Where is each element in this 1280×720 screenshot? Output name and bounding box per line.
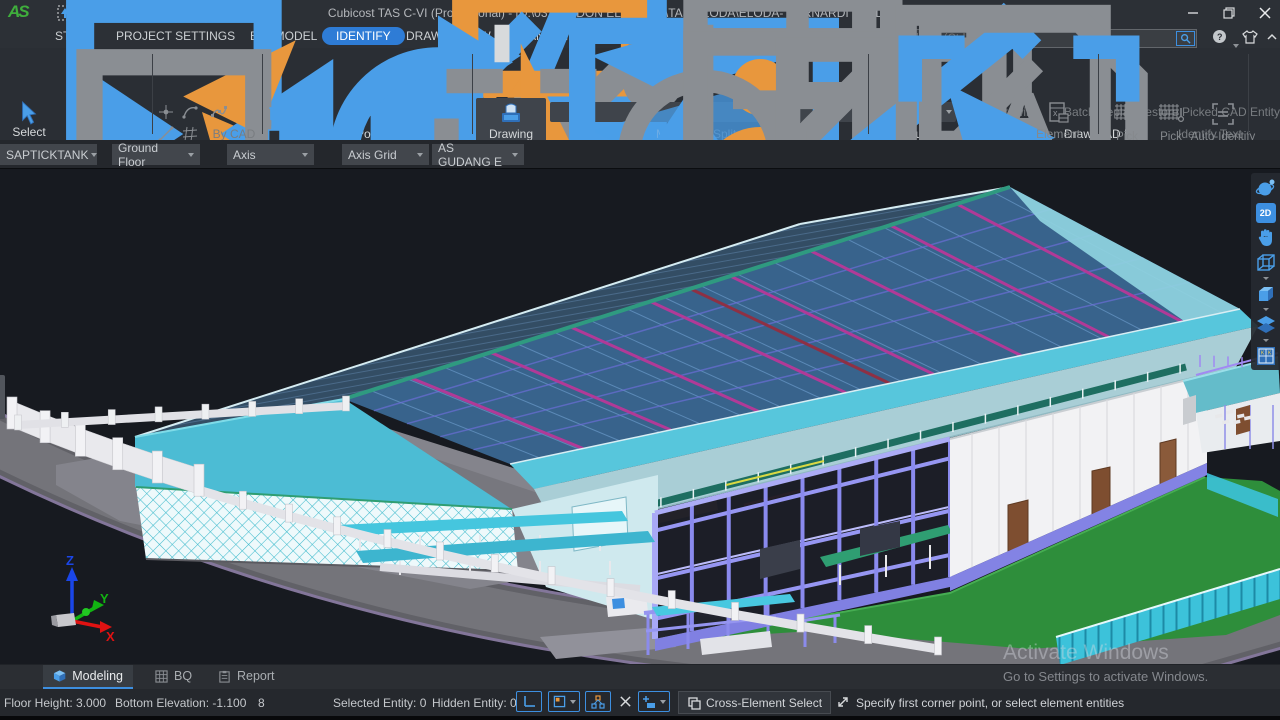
- svg-text:x: x: [1053, 108, 1058, 118]
- draw-nodeline-icon[interactable]: [210, 103, 228, 121]
- view-toolbar: 2D KK: [1251, 173, 1280, 370]
- draw-arc-icon[interactable]: [181, 103, 199, 121]
- restore-button[interactable]: [1214, 0, 1244, 26]
- orbit-view-icon[interactable]: [1255, 177, 1277, 199]
- grid-count-field: 8: [258, 696, 265, 710]
- element-name-dropdown[interactable]: Axis Grid: [342, 144, 429, 165]
- side-panel-handle[interactable]: [0, 375, 5, 419]
- layers-view-icon[interactable]: [1255, 314, 1277, 336]
- element-schedule-icon: x: [1045, 100, 1071, 126]
- element-type-dropdown[interactable]: Axis: [227, 144, 314, 165]
- cross-element-icon: [687, 696, 701, 710]
- search-icon[interactable]: [1176, 31, 1195, 46]
- theme-shirt-icon[interactable]: [1242, 29, 1258, 45]
- collapse-ribbon-icon[interactable]: [1266, 31, 1278, 43]
- draw-point-icon[interactable]: [157, 103, 175, 121]
- context-row: SAPTICKTANK Ground Floor Axis Axis Grid …: [0, 140, 1280, 168]
- status-bar: Floor Height: 3.000 Bottom Elevation: -1…: [0, 689, 1280, 716]
- select-button-label: Select: [12, 126, 45, 139]
- select-cursor-icon: [18, 100, 40, 126]
- layer-box-button[interactable]: [548, 691, 580, 712]
- floor-height-field: Floor Height: 3.000: [4, 696, 106, 710]
- pick-axis-icon: [1113, 100, 1141, 128]
- help-icon[interactable]: ?: [1212, 29, 1227, 44]
- cad-drawing-dropdown[interactable]: AS GUDANG E: [432, 144, 524, 165]
- minimize-button[interactable]: [1178, 0, 1208, 26]
- svg-text:Y: Y: [100, 591, 109, 606]
- close-button[interactable]: [1250, 0, 1280, 26]
- wireframe-view-icon[interactable]: [1255, 252, 1277, 274]
- viewport-canvas[interactable]: Z Y X 2D KK: [0, 168, 1280, 665]
- model-scene: Z Y X: [0, 169, 1280, 665]
- coordinate-toggle-button[interactable]: [516, 691, 542, 712]
- hidden-entity-field: Hidden Entity: 0: [432, 696, 517, 710]
- schedule-view-icon[interactable]: KK: [1255, 345, 1277, 367]
- modeling-cube-icon: [53, 669, 66, 683]
- corner-pick-icon: [836, 695, 850, 709]
- layers-caret-icon[interactable]: [1263, 339, 1269, 342]
- status-message: Specify first corner point, or select el…: [856, 696, 1124, 710]
- wireframe-caret-icon[interactable]: [1263, 277, 1269, 280]
- tab-bq[interactable]: BQ: [145, 665, 202, 687]
- pan-hand-icon[interactable]: [1255, 227, 1277, 249]
- report-clipboard-icon: [218, 670, 231, 683]
- svg-text:Z: Z: [66, 553, 74, 568]
- auto-identify-icon: [1209, 100, 1237, 128]
- cancel-snap-button[interactable]: [612, 691, 638, 712]
- select-button[interactable]: Select: [8, 100, 50, 139]
- workspace-tab-bar: Modeling BQ Report: [0, 664, 1280, 690]
- bq-grid-icon: [155, 670, 168, 683]
- solid-caret-icon[interactable]: [1263, 308, 1269, 311]
- tab-report[interactable]: Report: [208, 665, 285, 687]
- drawing-manager-icon: [498, 100, 524, 126]
- ribbon: Select Batch Polyline Same-Name Select B…: [0, 48, 1280, 141]
- solid-view-icon[interactable]: [1255, 283, 1277, 305]
- tab-modeling[interactable]: Modeling: [43, 665, 133, 690]
- app-window: { "colors":{"accent":"#3d8fe0","accent_o…: [0, 0, 1280, 720]
- svg-text:X: X: [106, 629, 115, 644]
- cross-element-select-button[interactable]: Cross-Element Select: [678, 691, 831, 714]
- bottom-elevation-field: Bottom Elevation: -1.100: [115, 696, 246, 710]
- bottom-strip: [0, 716, 1280, 720]
- floor-select-dropdown[interactable]: Ground Floor: [112, 144, 200, 165]
- delete-icon[interactable]: [267, 103, 285, 121]
- svg-text:?: ?: [1217, 32, 1223, 42]
- app-logo-icon: AS: [8, 2, 38, 24]
- add-entity-button[interactable]: [638, 691, 670, 712]
- view-2d-icon[interactable]: 2D: [1255, 202, 1277, 224]
- drawing-select-dropdown[interactable]: SAPTICKTANK: [0, 144, 97, 165]
- selected-entity-field: Selected Entity: 0: [333, 696, 426, 710]
- node-link-button[interactable]: [585, 691, 611, 712]
- pick-label-icon: [1157, 100, 1185, 128]
